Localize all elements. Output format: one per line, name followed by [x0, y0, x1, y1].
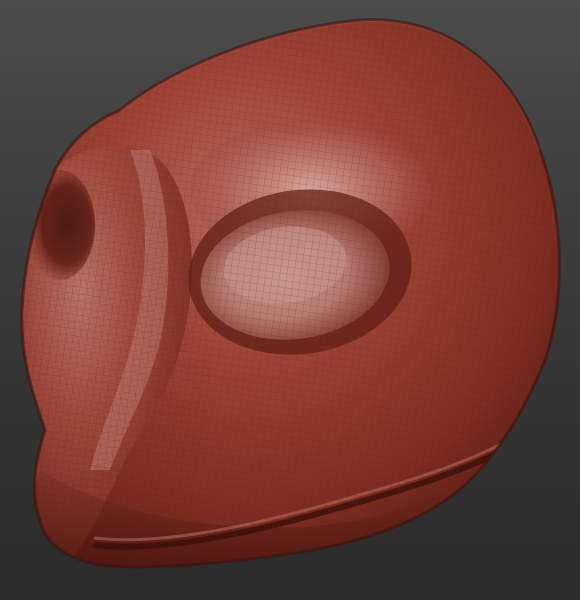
- sculpt-render: [20, 18, 561, 569]
- viewport[interactable]: [0, 0, 580, 600]
